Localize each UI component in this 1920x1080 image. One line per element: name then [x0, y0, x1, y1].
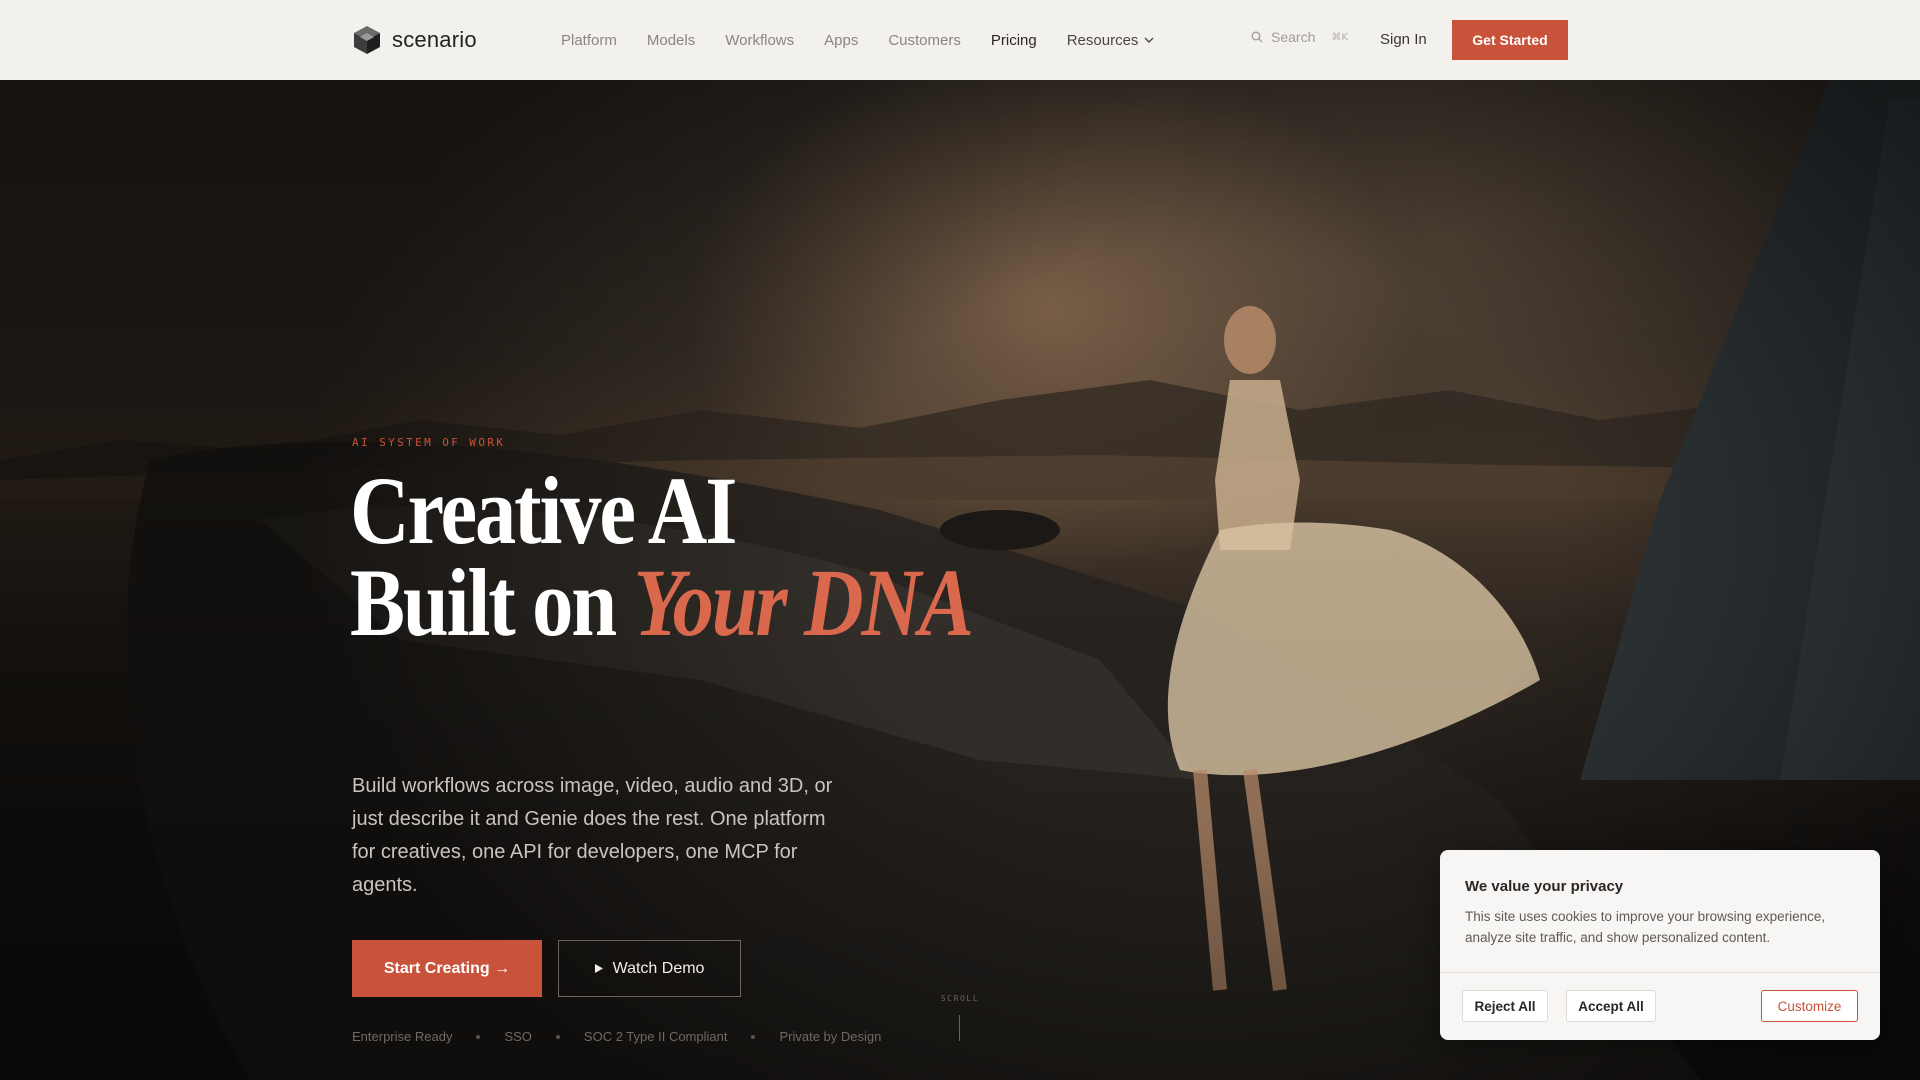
nav-item-workflows[interactable]: Workflows	[725, 32, 794, 49]
scroll-indicator-label: SCROLL	[940, 994, 980, 1003]
search-button[interactable]: Search ⌘K	[1251, 29, 1348, 45]
scenario-logo-icon	[354, 26, 380, 54]
reject-all-button[interactable]: Reject All	[1462, 990, 1548, 1022]
sign-in-link[interactable]: Sign In	[1380, 31, 1427, 48]
cookie-body: This site uses cookies to improve your b…	[1465, 909, 1826, 945]
search-label: Search	[1271, 29, 1316, 45]
trust-badges: Enterprise Ready SSO SOC 2 Type II Compl…	[352, 1029, 881, 1044]
hero-headline-line1: Creative AI	[350, 457, 737, 564]
scroll-indicator-line	[959, 1015, 960, 1041]
nav-item-apps[interactable]: Apps	[824, 32, 858, 49]
badge-soc2: SOC 2 Type II Compliant	[583, 1029, 728, 1044]
hero-subcopy: Build workflows across image, video, aud…	[352, 775, 833, 896]
customize-button[interactable]: Customize	[1761, 990, 1858, 1022]
get-started-button[interactable]: Get Started	[1452, 20, 1568, 60]
cookie-title: We value your privacy	[1465, 878, 1624, 895]
nav-item-platform[interactable]: Platform	[561, 32, 617, 49]
top-navigation-bar: scenario Platform Models Workflows Apps …	[0, 0, 1920, 80]
search-shortcut: ⌘K	[1331, 31, 1348, 43]
badge-separator	[476, 1034, 481, 1039]
nav-item-models[interactable]: Models	[647, 32, 695, 49]
chevron-down-icon	[1144, 37, 1154, 43]
start-creating-button[interactable]: Start Creating →	[352, 940, 542, 997]
search-icon	[1251, 31, 1263, 43]
badge-private-by-design: Private by Design	[779, 1029, 882, 1044]
main-nav: Platform Models Workflows Apps Customers…	[561, 0, 1184, 80]
hero-headline-accent: Your DNA	[633, 549, 974, 656]
hero-headline: Creative AI Built on Your DNA	[350, 463, 974, 651]
cookie-consent-banner: We value your privacy This site uses coo…	[1440, 850, 1880, 1040]
play-icon	[594, 964, 603, 973]
hero-headline-line2-plain: Built on	[350, 549, 617, 656]
watch-demo-button[interactable]: Watch Demo	[558, 940, 741, 997]
nav-item-customers[interactable]: Customers	[888, 32, 961, 49]
brand-logo[interactable]: scenario	[352, 24, 477, 56]
hero-eyebrow: AI SYSTEM OF WORK	[352, 436, 506, 449]
nav-item-resources-label: Resources	[1066, 31, 1139, 49]
nav-item-pricing[interactable]: Pricing	[991, 32, 1037, 49]
brand-name: scenario	[392, 27, 477, 52]
badge-enterprise-ready: Enterprise Ready	[352, 1029, 453, 1044]
badge-sso: SSO	[504, 1029, 532, 1044]
accept-all-button[interactable]: Accept All	[1566, 990, 1656, 1022]
badge-separator	[555, 1034, 560, 1039]
nav-item-resources[interactable]: Resources	[1067, 32, 1155, 49]
cookie-actions: Reject All Accept All Customize	[1440, 972, 1880, 1040]
watch-demo-label: Watch Demo	[612, 959, 705, 977]
badge-separator	[751, 1034, 756, 1039]
